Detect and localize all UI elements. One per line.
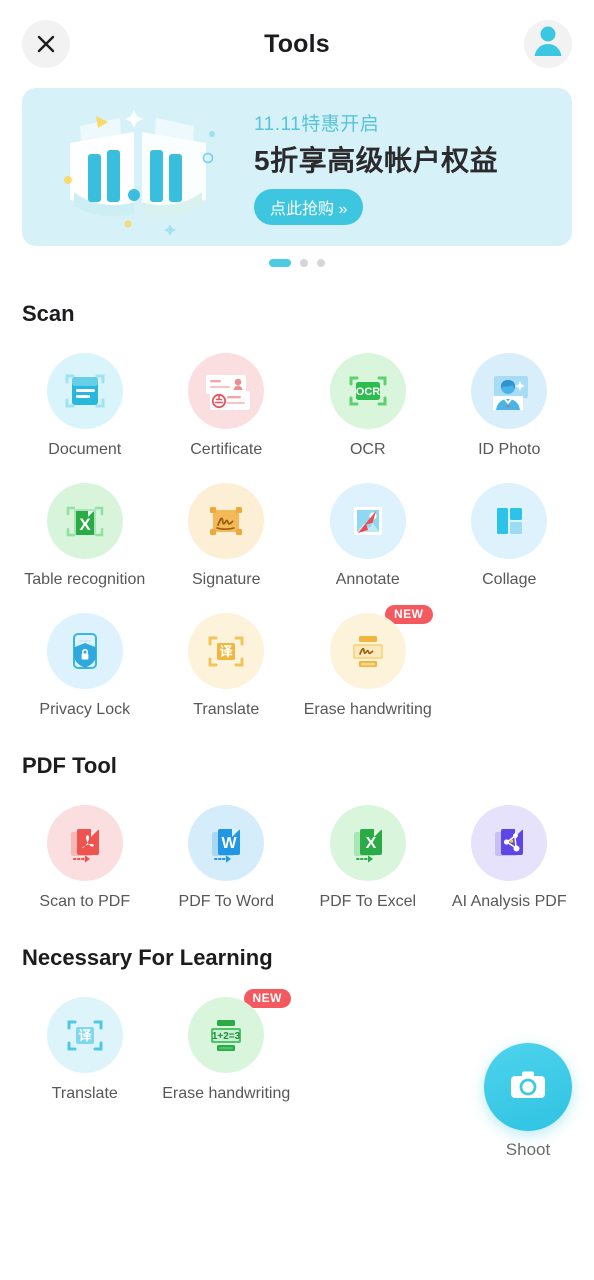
- tool-translate-scan[interactable]: 译 Translate: [156, 593, 298, 719]
- promo-kicker: 11.11特惠开启: [254, 114, 380, 135]
- carousel-pagination: [22, 259, 572, 267]
- tool-label: Translate: [51, 1085, 118, 1102]
- svg-text:W: W: [222, 835, 238, 852]
- tool-privacy-lock[interactable]: Privacy Lock: [14, 593, 156, 719]
- erase-math-green-icon: 1+2=3: [188, 997, 265, 1073]
- annotate-arrow-icon: [329, 483, 406, 559]
- tool-scan-to-pdf[interactable]: Scan to PDF: [14, 785, 156, 911]
- tool-label: OCR: [349, 441, 386, 458]
- close-icon: [36, 34, 56, 54]
- svg-text:X: X: [79, 515, 91, 534]
- document-scan-icon: [46, 353, 123, 429]
- user-avatar-icon: [524, 20, 572, 68]
- section-title-scan: Scan: [22, 301, 75, 326]
- promo-banner-text: 11.11特惠开启 5折享高级帐户权益 点此抢购 »: [254, 109, 572, 225]
- tool-label: Certificate: [190, 441, 263, 458]
- tool-table-recognition[interactable]: X Table recognition: [14, 463, 156, 589]
- tool-label: Annotate: [335, 571, 400, 588]
- collage-grid-icon: [471, 483, 548, 559]
- app-header: Tools: [0, 0, 594, 88]
- tool-label: ID Photo: [478, 441, 541, 458]
- section-title-pdf-tool: PDF Tool: [22, 753, 117, 778]
- tool-pdf-to-excel[interactable]: X PDF To Excel: [297, 785, 439, 911]
- translate-scan-icon: 译: [188, 613, 265, 689]
- privacy-lock-icon: [46, 613, 123, 689]
- tool-label: Privacy Lock: [39, 701, 131, 718]
- promo-banner[interactable]: 11.11特惠开启 5折享高级帐户权益 点此抢购 »: [22, 88, 572, 246]
- svg-text:X: X: [365, 835, 376, 852]
- tool-label: Erase handwriting: [162, 1085, 291, 1102]
- svg-text:译: 译: [78, 1028, 92, 1043]
- ocr-scan-icon: OCR: [329, 353, 406, 429]
- promo-banner-carousel: 11.11特惠开启 5折享高级帐户权益 点此抢购 »: [0, 88, 594, 267]
- pdf-file-icon: [46, 805, 123, 881]
- svg-text:译: 译: [220, 644, 234, 659]
- avatar[interactable]: [524, 20, 572, 68]
- tool-grid-scan: Document Certificate OCR OCR ID Photo X …: [0, 333, 594, 719]
- open-book-1111-icon: [22, 88, 254, 246]
- tool-erase-handwriting-learning[interactable]: NEW 1+2=3 Erase handwriting: [156, 977, 298, 1103]
- shoot-circle[interactable]: [484, 1043, 572, 1131]
- shoot-label: Shoot: [505, 1140, 551, 1159]
- tool-label: PDF To Word: [178, 893, 274, 910]
- carousel-dot-2[interactable]: [300, 259, 308, 267]
- tool-pdf-to-word[interactable]: W PDF To Word: [156, 785, 298, 911]
- id-photo-icon: [471, 353, 548, 429]
- translate-scan-blue-icon: 译: [46, 997, 123, 1073]
- tool-document[interactable]: Document: [14, 333, 156, 459]
- tool-label: Table recognition: [24, 571, 146, 588]
- tool-signature[interactable]: Signature: [156, 463, 298, 589]
- tool-label: Scan to PDF: [39, 893, 131, 910]
- excel-table-scan-icon: X: [46, 483, 123, 559]
- shoot-button[interactable]: Shoot: [484, 1043, 572, 1160]
- tool-label: PDF To Excel: [319, 893, 417, 910]
- tool-grid-pdf: Scan to PDF W PDF To Word X PDF To Excel…: [0, 785, 594, 911]
- tool-annotate[interactable]: Annotate: [297, 463, 439, 589]
- section-title-necessary-for-learning: Necessary For Learning: [22, 945, 273, 970]
- tool-id-photo[interactable]: ID Photo: [439, 333, 581, 459]
- signature-icon: [188, 483, 265, 559]
- word-file-icon: W: [188, 805, 265, 881]
- erase-handwriting-icon: [329, 613, 406, 689]
- carousel-dot-1[interactable]: [269, 259, 291, 267]
- carousel-dot-3[interactable]: [317, 259, 325, 267]
- tool-translate-learning[interactable]: 译 Translate: [14, 977, 156, 1103]
- page-title: Tools: [264, 29, 330, 58]
- id-card-icon: [188, 353, 265, 429]
- promo-title: 5折享高级帐户权益: [254, 145, 499, 176]
- tool-certificate[interactable]: Certificate: [156, 333, 298, 459]
- tool-collage[interactable]: Collage: [439, 463, 581, 589]
- promo-cta-button[interactable]: 点此抢购 »: [254, 189, 364, 225]
- tools-screen: Tools 11.11特惠开启 5折享高级帐户权益 点此抢购 » Scan Do…: [0, 0, 594, 1280]
- ai-analysis-pdf-icon: [471, 805, 548, 881]
- tool-erase-handwriting[interactable]: NEW Erase handwriting: [297, 593, 439, 719]
- tool-ocr[interactable]: OCR OCR: [297, 333, 439, 459]
- svg-text:OCR: OCR: [356, 386, 381, 398]
- tool-label: Collage: [482, 571, 537, 588]
- tool-label: Document: [48, 441, 122, 458]
- close-button[interactable]: [22, 20, 70, 68]
- tool-ai-analysis-pdf[interactable]: AI Analysis PDF: [439, 785, 581, 911]
- tool-label: Signature: [192, 571, 261, 588]
- tool-label: Translate: [193, 701, 260, 718]
- tool-label: Erase handwriting: [303, 701, 432, 718]
- excel-file-icon: X: [329, 805, 406, 881]
- tool-label: AI Analysis PDF: [451, 893, 567, 910]
- camera-icon: [506, 1063, 550, 1112]
- svg-text:1+2=3: 1+2=3: [212, 1031, 241, 1042]
